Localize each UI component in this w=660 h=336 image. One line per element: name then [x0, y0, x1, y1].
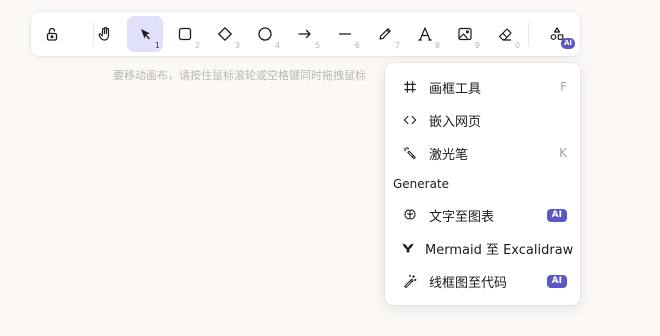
toolbar-divider: [528, 22, 529, 46]
toolbar: 1 2 3 4 5 6 7 8 9 0 AI: [31, 12, 580, 56]
menu-item-frame-tool[interactable]: 画框工具 F: [393, 73, 573, 101]
ai-badge: AI: [546, 208, 567, 222]
shortcut-key: 1: [154, 41, 160, 50]
line-tool-button[interactable]: 6: [327, 16, 363, 52]
embed-code-icon: [401, 111, 419, 129]
text-font-icon: [418, 27, 432, 41]
menu-item-mermaid-to-excalidraw[interactable]: Mermaid 至 Excalidraw: [393, 234, 573, 262]
arrow-right-icon: [298, 29, 311, 39]
lock-tool-button[interactable]: [34, 16, 70, 52]
rectangle-icon: [178, 27, 192, 41]
pointer-arrow-icon: [141, 29, 150, 40]
menu-item-wireframe-to-code[interactable]: 线框图至代码 AI: [393, 267, 573, 295]
unlock-icon: [46, 27, 58, 41]
circle-icon: [258, 27, 272, 41]
menu-item-label: 线框图至代码: [429, 275, 508, 291]
menu-item-shortcut: F: [560, 80, 567, 94]
shortcut-key: 6: [354, 41, 360, 50]
canvas-pan-hint: 要移动画布，请按住鼠标滚轮或空格键同时拖拽鼠标: [113, 69, 366, 82]
menu-item-label: 激光笔: [429, 147, 469, 163]
menu-item-label: Mermaid 至 Excalidraw: [425, 242, 574, 258]
menu-item-text-to-diagram[interactable]: 文字至图表 AI: [393, 201, 573, 229]
menu-item-label: 画框工具: [429, 81, 482, 97]
menu-item-laser-pointer[interactable]: 激光笔 K: [393, 139, 573, 167]
menu-section-title: Generate: [393, 177, 450, 191]
laser-pointer-icon: [401, 144, 419, 162]
pencil-icon: [379, 28, 391, 40]
line-icon: [338, 33, 352, 35]
shortcut-key: 3: [234, 41, 240, 50]
eraser-tool-button[interactable]: 0: [487, 16, 523, 52]
shortcut-key: 0: [514, 41, 520, 50]
magic-wand-icon: [401, 272, 419, 290]
shortcut-key: 7: [394, 41, 400, 50]
selection-tool-button[interactable]: 1: [127, 16, 163, 52]
more-tools-button[interactable]: AI: [539, 16, 575, 52]
frame-icon: [401, 78, 419, 96]
ai-badge: AI: [546, 274, 567, 288]
diamond-tool-button[interactable]: 3: [207, 16, 243, 52]
image-tool-button[interactable]: 9: [447, 16, 483, 52]
shortcut-key: 4: [274, 41, 280, 50]
draw-tool-button[interactable]: 7: [367, 16, 403, 52]
shortcut-key: 5: [314, 41, 320, 50]
shortcut-key: 8: [434, 41, 440, 50]
hand-tool-button[interactable]: [87, 16, 123, 52]
more-tools-menu: 画框工具 F 嵌入网页 激光笔 K Generate 文字至图表 AI Merm…: [385, 63, 580, 305]
eraser-icon: [498, 28, 512, 41]
menu-item-label: 嵌入网页: [429, 114, 482, 130]
menu-item-embed-webpage[interactable]: 嵌入网页: [393, 106, 573, 134]
shortcut-key: 2: [194, 41, 200, 50]
rectangle-tool-button[interactable]: 2: [167, 16, 203, 52]
ai-badge: AI: [560, 38, 575, 49]
brain-icon: [401, 206, 419, 224]
menu-item-label: 文字至图表: [429, 209, 495, 225]
ellipse-tool-button[interactable]: 4: [247, 16, 283, 52]
diamond-icon: [218, 27, 232, 41]
hand-icon: [98, 26, 110, 41]
mermaid-icon: [401, 239, 415, 257]
text-tool-button[interactable]: 8: [407, 16, 443, 52]
arrow-tool-button[interactable]: 5: [287, 16, 323, 52]
shortcut-key: 9: [474, 41, 480, 50]
menu-item-shortcut: K: [559, 146, 567, 160]
image-icon: [458, 27, 472, 41]
